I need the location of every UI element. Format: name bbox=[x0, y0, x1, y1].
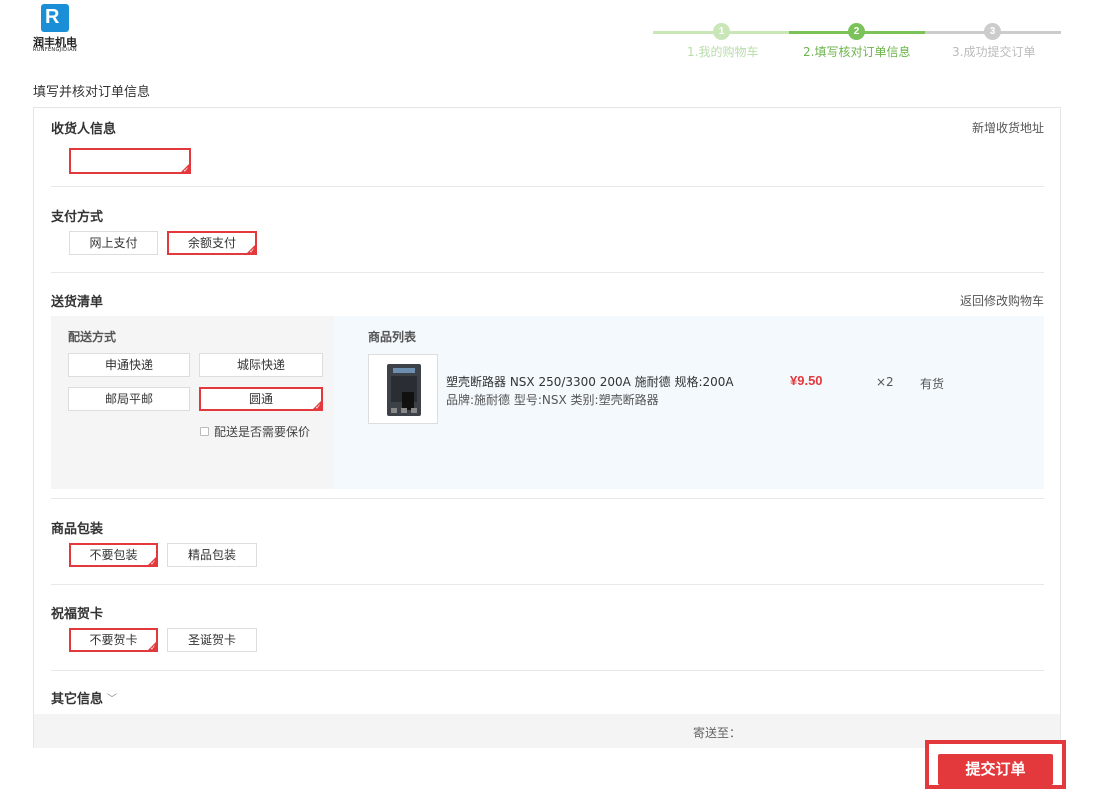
payment-option-balance[interactable]: 余额支付 bbox=[167, 231, 257, 256]
divider bbox=[51, 498, 1044, 499]
step-1-label: 1.我的购物车 bbox=[687, 45, 759, 59]
payment-title: 支付方式 bbox=[51, 210, 104, 225]
product-stock-status: 有货 bbox=[920, 377, 945, 391]
consignee-title: 收货人信息 bbox=[51, 122, 117, 137]
shipping-option-sto[interactable]: 申通快递 bbox=[68, 353, 190, 377]
page-title: 填写并核对订单信息 bbox=[33, 85, 151, 100]
chevron-down-icon: ﹀ bbox=[107, 694, 118, 705]
product-price: ¥9.50 bbox=[790, 373, 823, 388]
insurance-option[interactable]: 配送是否需要保价 bbox=[200, 423, 310, 440]
step-2-label: 2.填写核对订单信息 bbox=[803, 45, 911, 59]
product-quantity: ×2 bbox=[876, 375, 894, 389]
product-attributes: 品牌:施耐德 型号:NSX 类别:塑壳断路器 bbox=[446, 393, 659, 407]
step-3-label: 3.成功提交订单 bbox=[952, 45, 1036, 59]
delivery-title: 送货清单 bbox=[51, 295, 104, 310]
ship-to-label: 寄送至： bbox=[693, 726, 742, 740]
step-1-dot: 1 bbox=[713, 23, 730, 40]
payment-option-online[interactable]: 网上支付 bbox=[69, 231, 158, 255]
packaging-option-premium[interactable]: 精品包装 bbox=[167, 543, 257, 567]
other-info-toggle[interactable]: 其它信息 ﹀ bbox=[51, 688, 117, 707]
order-form: 收货人信息 新增收货地址 支付方式 网上支付 余额支付 送货清单 返回修改购物车… bbox=[33, 107, 1061, 748]
add-address-link[interactable]: 新增收货地址 bbox=[972, 119, 1044, 136]
packaging-option-none[interactable]: 不要包装 bbox=[69, 543, 158, 568]
divider bbox=[51, 186, 1044, 187]
logo-mark-icon: R bbox=[41, 4, 69, 32]
delivery-panel: 配送方式 申通快递 城际快递 邮局平邮 圆通 配送是否需要保价 商品列表 bbox=[51, 316, 1044, 489]
product-image[interactable] bbox=[368, 354, 438, 424]
product-name[interactable]: 塑壳断路器 NSX 250/3300 200A 施耐德 规格:200A bbox=[446, 373, 734, 390]
shipping-option-intercity[interactable]: 城际快递 bbox=[199, 353, 323, 377]
back-to-cart-link[interactable]: 返回修改购物车 bbox=[960, 292, 1044, 309]
brand-logo[interactable]: R 润丰机电 RUNFENGJIDIAN bbox=[33, 4, 85, 53]
shipping-method-panel: 配送方式 申通快递 城际快递 邮局平邮 圆通 配送是否需要保价 bbox=[51, 316, 334, 489]
shipping-option-post[interactable]: 邮局平邮 bbox=[68, 387, 190, 411]
step-2-dot: 2 bbox=[848, 23, 865, 40]
goods-list-panel: 商品列表 塑壳断路器 NSX 250/3300 200A 施耐德 规格:200A… bbox=[334, 316, 1044, 489]
divider bbox=[51, 670, 1044, 671]
divider bbox=[51, 272, 1044, 273]
other-info-label: 其它信息 bbox=[51, 692, 104, 707]
step-3-dot: 3 bbox=[984, 23, 1001, 40]
submit-order-button[interactable]: 提交订单 bbox=[938, 754, 1053, 785]
logo-letter: R bbox=[45, 6, 60, 28]
card-option-none[interactable]: 不要贺卡 bbox=[69, 628, 158, 653]
packaging-title: 商品包装 bbox=[51, 522, 104, 537]
circuit-breaker-image bbox=[387, 364, 421, 416]
goods-list-title: 商品列表 bbox=[368, 330, 417, 344]
selected-address-card[interactable] bbox=[69, 148, 191, 175]
submit-order-highlight: 提交订单 bbox=[925, 740, 1066, 789]
card-option-christmas[interactable]: 圣诞贺卡 bbox=[167, 628, 257, 652]
shipping-method-title: 配送方式 bbox=[68, 330, 117, 344]
checkout-progress: 1 2 3 1.我的购物车 2.填写核对订单信息 3.成功提交订单 bbox=[653, 22, 1061, 62]
card-title: 祝福贺卡 bbox=[51, 607, 104, 622]
insurance-checkbox[interactable] bbox=[200, 427, 209, 436]
shipping-option-yto[interactable]: 圆通 bbox=[199, 387, 323, 412]
divider bbox=[51, 584, 1044, 585]
brand-subtitle: RUNFENGJIDIAN bbox=[33, 47, 77, 53]
ship-to-bar: 寄送至： bbox=[34, 714, 1060, 748]
insurance-label: 配送是否需要保价 bbox=[214, 425, 311, 439]
